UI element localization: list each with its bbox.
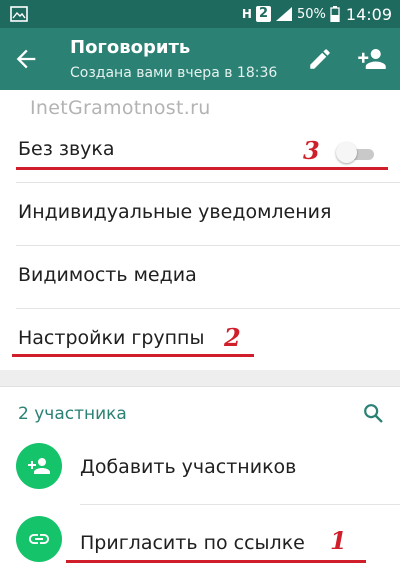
back-arrow-icon[interactable] [12,45,40,73]
search-icon[interactable] [362,402,384,424]
sim-number: 2 [258,6,268,21]
annotation-number-1: 1 [330,526,347,555]
battery-percent: 50% [296,6,326,22]
group-subtitle: Создана вами вчера в 18:36 [70,65,278,81]
watermark-text: InetGramotnost.ru [30,97,211,119]
media-visibility-label: Видимость медиа [18,264,197,286]
add-participants-avatar[interactable] [16,443,62,489]
annotation-number-2: 2 [224,323,241,352]
invite-link-avatar[interactable] [16,516,62,562]
annotation-underline-invite [66,560,366,563]
mute-toggle[interactable] [336,142,376,163]
invite-link-label[interactable]: Пригласить по ссылке [80,532,305,554]
add-participant-icon[interactable] [357,44,387,74]
annotation-number-3: 3 [303,136,320,165]
app-bar: Поговорить Создана вами вчера в 18:36 [0,28,400,90]
group-title: Поговорить [70,37,191,58]
sim-indicator: 2 [255,6,271,22]
annotation-underline-mute [16,167,388,170]
mute-row[interactable]: Без звука 3 [0,120,400,182]
battery-icon [330,6,340,22]
status-indicators: H 2 50% 14:09 [242,0,392,28]
custom-notifications-label: Индивидуальные уведомления [18,201,332,223]
group-info-content: InetGramotnost.ru Без звука 3 Индивидуал… [0,90,400,587]
divider [80,504,400,505]
mute-label: Без звука [18,138,115,160]
group-settings-label: Настройки группы [18,327,205,349]
annotation-underline-group-settings [12,354,254,357]
signal-icon [275,7,292,21]
status-bar: H 2 50% 14:09 [0,0,400,28]
media-visibility-row[interactable]: Видимость медиа [0,246,400,308]
link-icon [29,534,49,544]
add-person-icon [28,458,50,474]
edit-pencil-icon[interactable] [307,46,333,72]
clock-time: 14:09 [345,4,392,24]
toggle-knob [336,142,357,163]
section-separator [0,370,400,387]
gallery-icon [10,6,28,22]
participants-count: 2 участника [18,404,127,424]
group-settings-row[interactable]: Настройки группы 2 [0,309,400,371]
network-type-label: H [241,7,252,21]
add-participants-label[interactable]: Добавить участников [80,456,296,478]
custom-notifications-row[interactable]: Индивидуальные уведомления [0,183,400,245]
